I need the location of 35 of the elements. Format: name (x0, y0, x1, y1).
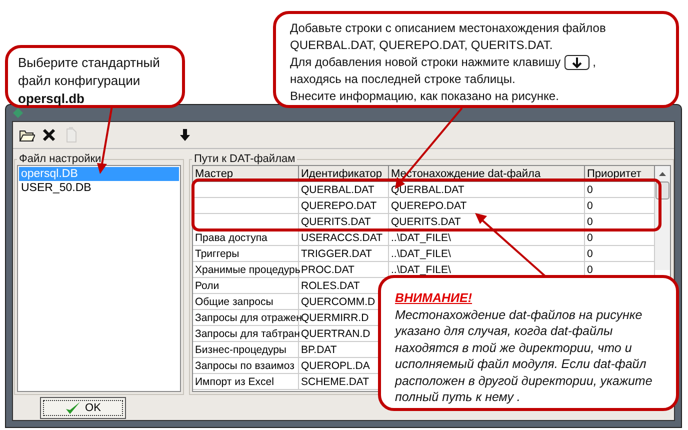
callout-text: QUERBAL.DAT, QUEREPO.DAT, QUERITS.DAT. (290, 37, 553, 54)
callout-text: Добавьте строки с описанием местонахождения файлов (290, 20, 606, 37)
table-cell: Запросы для табтран (193, 326, 299, 342)
table-cell: Бизнес-процедуры (193, 342, 299, 358)
callout-text: находясь на последней строке таблицы. (290, 71, 516, 88)
table-cell: Триггеры (193, 246, 299, 262)
table-cell: QUERITS.DAT (299, 214, 389, 230)
table-cell: Права доступа (193, 230, 299, 246)
table-cell: ..\DAT_FILE\ (389, 246, 585, 262)
delete-icon[interactable] (41, 127, 57, 143)
table-cell: USERACCS.DAT (299, 230, 389, 246)
list-item[interactable]: USER_50.DB (19, 181, 179, 195)
table-cell: PROC.DAT (299, 262, 389, 278)
table-cell: Хранимые процедурь (193, 262, 299, 278)
warning-title: ВНИМАНИЕ! (395, 290, 472, 306)
callout-text: Выберите стандартный файл конфигурации opersql.db (18, 54, 161, 108)
group-title: Файл настройки (18, 153, 102, 165)
table-cell: Запросы для отражен (193, 310, 299, 326)
table-cell: Общие запросы (193, 294, 299, 310)
down-arrow-icon[interactable] (177, 127, 193, 143)
table-cell: Импорт из Excel (193, 374, 299, 390)
table-cell: ..\DAT_FILE\ (389, 230, 585, 246)
table-cell: QUERBAL.DAT (299, 182, 389, 198)
callout-text: Внесите информацию, как показано на рисунке. (290, 88, 559, 105)
group-title: Пути к DAT-файлам (193, 153, 296, 165)
table-cell: TRIGGER.DAT (299, 246, 389, 262)
table-cell: QUEREPO.DAT (299, 198, 389, 214)
table-cell: Запросы по взаимоз (193, 358, 299, 374)
ok-button[interactable]: OK (40, 396, 126, 418)
callout-text: , (592, 54, 596, 71)
table-cell: Роли (193, 278, 299, 294)
callout-text: Для добавления новой строки нажмите клавишу (290, 54, 561, 71)
check-icon (65, 400, 82, 414)
table-cell: QUEREPO.DAT (389, 198, 585, 214)
warning-text: Местонахождение dat-файлов на рисунке указано для случая, когда dat-файлы находятся в той же директории, что и исполняемый файл модуля. Если dat-файл расположен в другой директории, укажите полный путь к нему . (395, 306, 654, 406)
